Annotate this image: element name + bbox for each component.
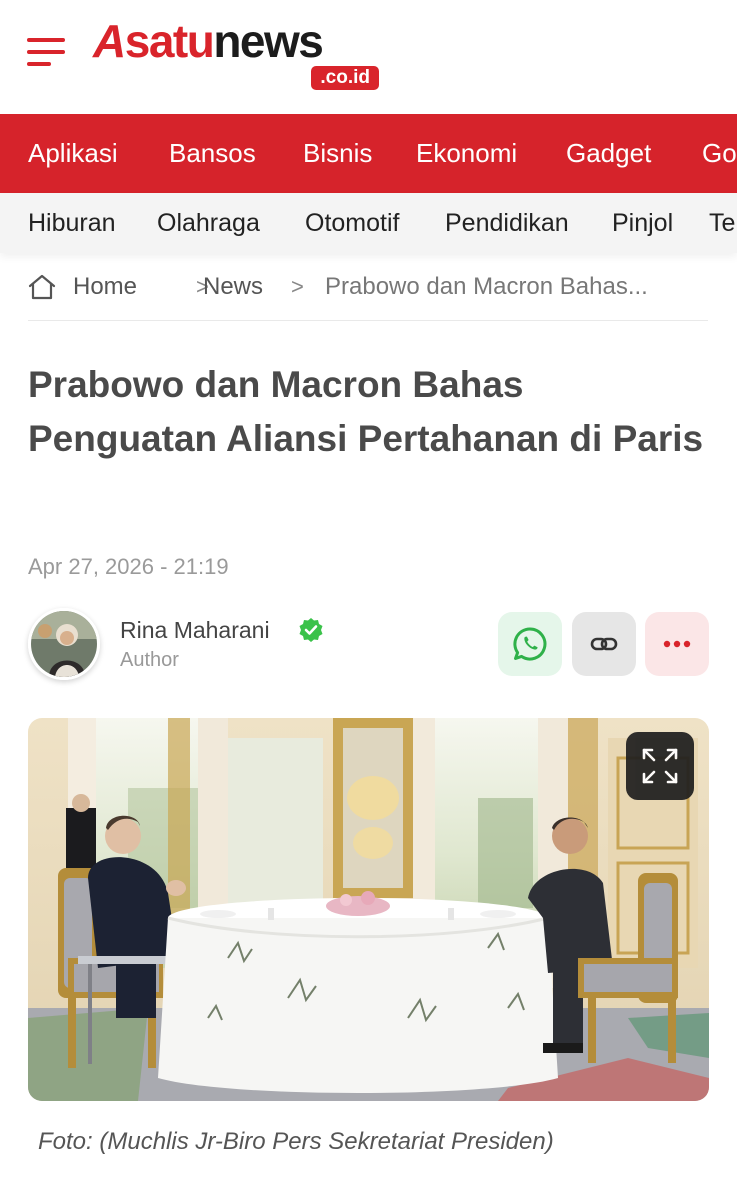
logo-domain-badge: .co.id: [311, 66, 379, 90]
breadcrumb-home-link[interactable]: Home: [73, 266, 137, 308]
nav-item-go[interactable]: Go: [702, 114, 737, 193]
author-name[interactable]: Rina Maharani: [120, 615, 270, 645]
nav-item-bansos[interactable]: Bansos: [169, 114, 256, 193]
author-avatar[interactable]: [28, 608, 100, 680]
breadcrumb-current-page: Prabowo dan Macron Bahas...: [325, 273, 648, 300]
nav-item-gadget[interactable]: Gadget: [566, 114, 651, 193]
nav-item-pendidikan[interactable]: Pendidikan: [445, 193, 569, 253]
link-icon: [590, 637, 618, 651]
whatsapp-icon: [513, 627, 547, 661]
hamburger-menu-icon[interactable]: [27, 36, 65, 70]
more-options-button[interactable]: [645, 612, 709, 676]
nav-item-hiburan[interactable]: Hiburan: [28, 193, 116, 253]
article-photo[interactable]: [28, 718, 709, 1101]
share-whatsapp-button[interactable]: [498, 612, 562, 676]
nav-item-olahraga[interactable]: Olahraga: [157, 193, 260, 253]
home-icon[interactable]: [28, 274, 56, 300]
photo-caption: Foto: (Muchlis Jr-Biro Pers Sekretariat …: [38, 1128, 554, 1155]
article-date: Apr 27, 2026 - 21:19: [28, 554, 229, 579]
copy-link-button[interactable]: [572, 612, 636, 676]
expand-photo-button[interactable]: [626, 732, 694, 800]
site-header: Asatunews .co.id: [0, 0, 737, 114]
nav-item-bisnis[interactable]: Bisnis: [303, 114, 372, 193]
nav-item-ekonomi[interactable]: Ekonomi: [416, 114, 517, 193]
article-title: Prabowo dan Macron Bahas Penguatan Alian…: [28, 364, 704, 459]
site-logo[interactable]: Asatunews .co.id: [93, 14, 385, 92]
breadcrumb-separator: >: [291, 274, 304, 299]
expand-icon: [642, 748, 678, 784]
secondary-category-nav: Hiburan Olahraga Otomotif Pendidikan Pin…: [0, 193, 737, 253]
breadcrumb: Home > News > Prabowo dan Macron Bahas..…: [28, 266, 708, 308]
nav-item-otomotif[interactable]: Otomotif: [305, 193, 399, 253]
author-role: Author: [120, 649, 179, 671]
nav-item-pinjol[interactable]: Pinjol: [612, 193, 673, 253]
verified-check-icon: [299, 618, 323, 642]
divider: [28, 320, 708, 321]
primary-category-nav: Aplikasi Bansos Bisnis Ekonomi Gadget Go: [0, 114, 737, 193]
nav-item-te[interactable]: Te: [709, 193, 735, 253]
nav-item-aplikasi[interactable]: Aplikasi: [28, 114, 118, 193]
breadcrumb-news-link[interactable]: News: [203, 266, 263, 308]
more-dots-icon: [663, 640, 691, 648]
